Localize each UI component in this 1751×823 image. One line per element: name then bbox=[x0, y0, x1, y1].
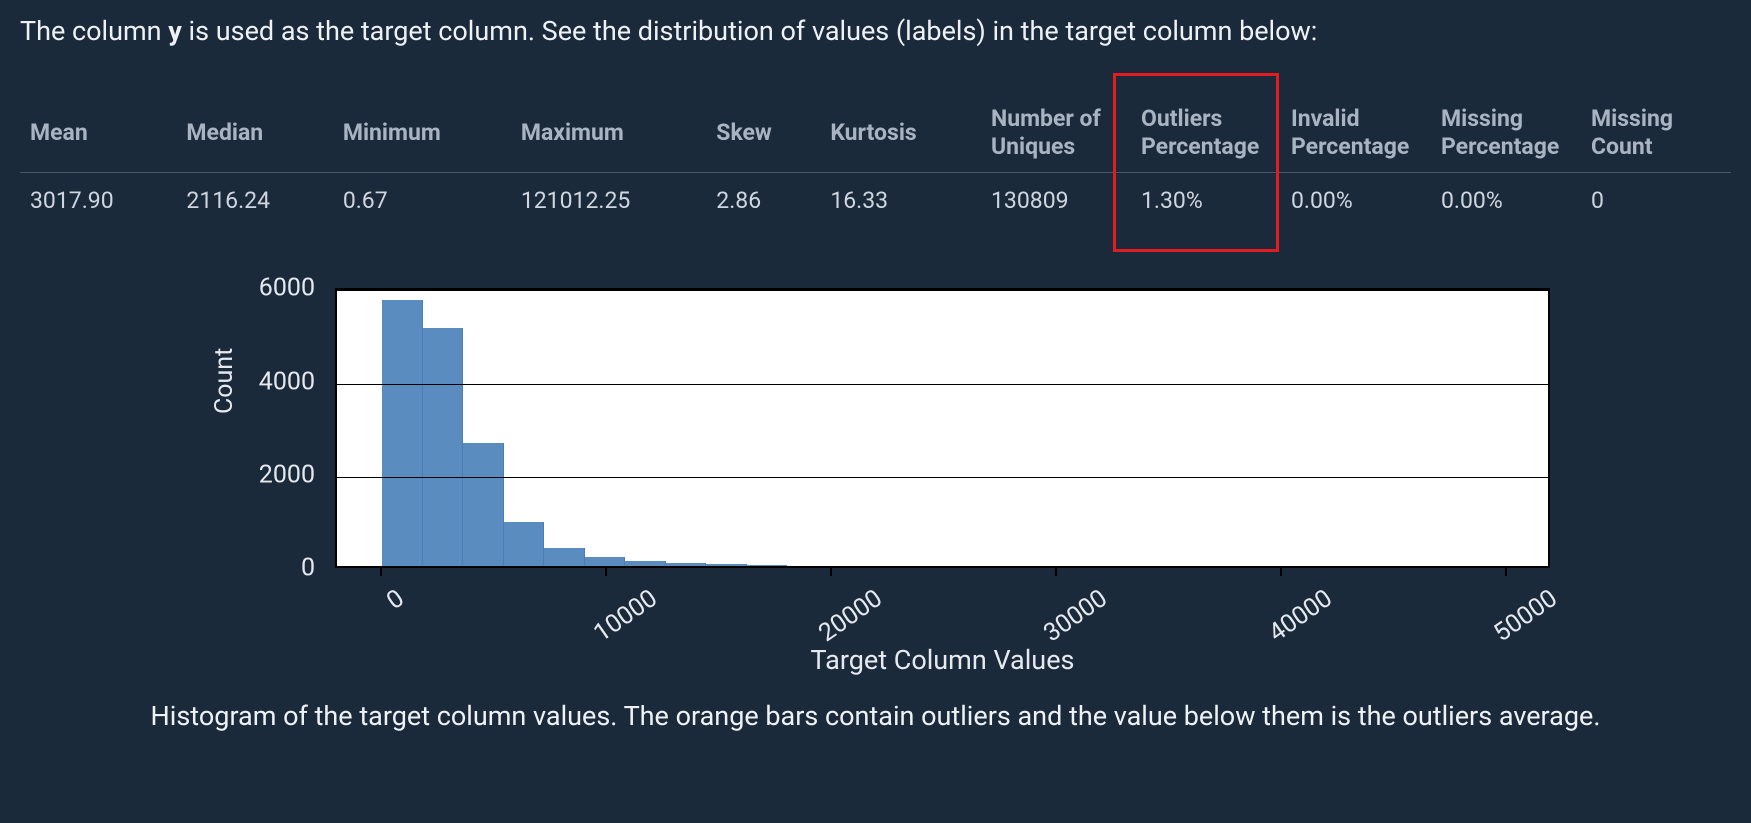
y-tick-label: 4000 bbox=[259, 367, 315, 396]
stats-value-cell: 16.33 bbox=[820, 173, 981, 229]
stats-table-wrap: MeanMedianMinimumMaximumSkewKurtosisNumb… bbox=[20, 101, 1731, 228]
stats-header-cell: Maximum bbox=[511, 101, 706, 173]
y-tick-label: 6000 bbox=[259, 274, 315, 303]
intro-prefix: The column bbox=[20, 15, 168, 47]
stats-value-cell: 2.86 bbox=[706, 173, 820, 229]
stats-value-cell: 2116.24 bbox=[176, 173, 332, 229]
intro-text: The column y is used as the target colum… bbox=[20, 14, 1731, 49]
stats-header-row: MeanMedianMinimumMaximumSkewKurtosisNumb… bbox=[20, 101, 1731, 173]
stats-header-cell: Minimum bbox=[333, 101, 511, 173]
histogram-bar bbox=[747, 565, 788, 566]
stats-header-cell: Median bbox=[176, 101, 332, 173]
x-tick-label: 40000 bbox=[1264, 584, 1338, 648]
plot-frame bbox=[335, 288, 1550, 568]
y-ticks: 0200040006000 bbox=[20, 264, 325, 574]
stats-header-cell: InvalidPercentage bbox=[1281, 101, 1431, 173]
stats-header-cell: Number ofUniques bbox=[981, 101, 1131, 173]
stats-value-cell: 0.67 bbox=[333, 173, 511, 229]
stats-header-cell: MissingCount bbox=[1581, 101, 1731, 173]
histogram-bar bbox=[625, 561, 666, 567]
x-axis-label: Target Column Values bbox=[335, 644, 1550, 676]
x-tick-label: 50000 bbox=[1489, 584, 1563, 648]
histogram-bar bbox=[463, 443, 504, 567]
stats-value-cell: 0.00% bbox=[1281, 173, 1431, 229]
stats-value-cell: 130809 bbox=[981, 173, 1131, 229]
stats-table: MeanMedianMinimumMaximumSkewKurtosisNumb… bbox=[20, 101, 1731, 228]
histogram-bar bbox=[504, 522, 545, 566]
stats-header-cell: Skew bbox=[706, 101, 820, 173]
stats-value-cell: 121012.25 bbox=[511, 173, 706, 229]
chart-caption: Histogram of the target column values. T… bbox=[20, 700, 1731, 732]
intro-suffix: is used as the target column. See the di… bbox=[182, 15, 1318, 47]
bars-group bbox=[337, 290, 1548, 566]
histogram-bar bbox=[666, 563, 707, 567]
histogram-chart: Count 0200040006000 01000020000300004000… bbox=[20, 264, 1731, 694]
x-tick-label: 30000 bbox=[1039, 584, 1113, 648]
stats-header-cell: MissingPercentage bbox=[1431, 101, 1581, 173]
stats-header-cell: Mean bbox=[20, 101, 176, 173]
stats-value-cell: 1.30% bbox=[1131, 173, 1281, 229]
stats-header-cell: OutliersPercentage bbox=[1131, 101, 1281, 173]
histogram-bar bbox=[706, 564, 747, 566]
histogram-bar bbox=[382, 300, 423, 566]
stats-value-cell: 3017.90 bbox=[20, 173, 176, 229]
histogram-bar bbox=[585, 557, 626, 566]
stats-value-cell: 0.00% bbox=[1431, 173, 1581, 229]
histogram-bar bbox=[423, 328, 464, 566]
x-tick-label: 0 bbox=[382, 584, 410, 616]
y-tick-label: 2000 bbox=[259, 460, 315, 489]
y-tick-label: 0 bbox=[301, 554, 315, 583]
histogram-bar bbox=[544, 548, 585, 567]
stats-value-row: 3017.902116.240.67121012.252.8616.331308… bbox=[20, 173, 1731, 229]
x-tick-label: 10000 bbox=[589, 584, 663, 648]
stats-value-cell: 0 bbox=[1581, 173, 1731, 229]
x-tick-label: 20000 bbox=[814, 584, 888, 648]
intro-column: y bbox=[168, 15, 182, 47]
stats-header-cell: Kurtosis bbox=[820, 101, 981, 173]
